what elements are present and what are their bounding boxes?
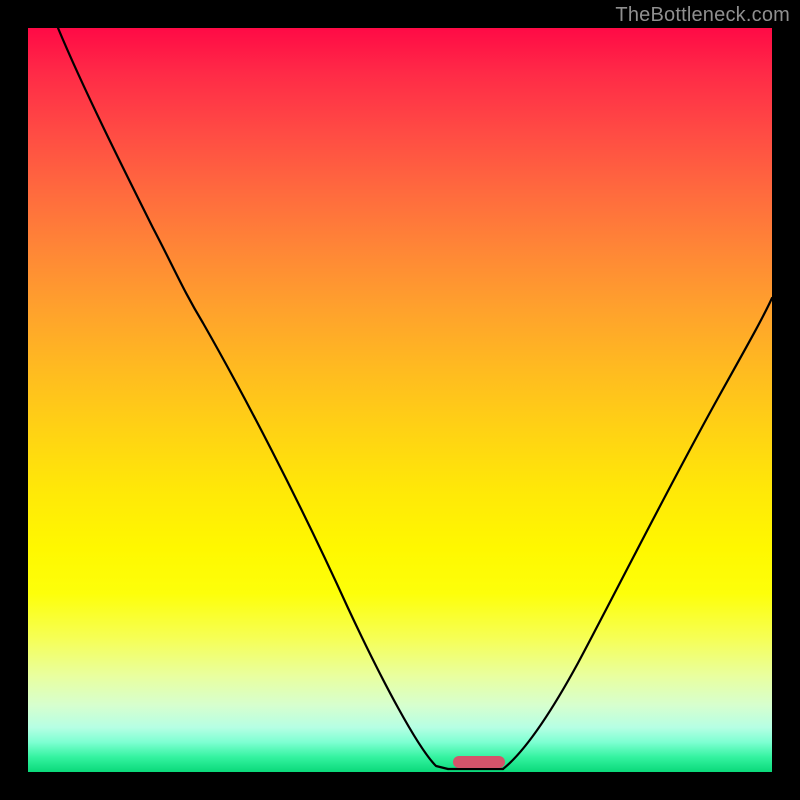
plot-area xyxy=(28,28,772,772)
watermark-label: TheBottleneck.com xyxy=(615,4,790,27)
frame: TheBottleneck.com xyxy=(0,0,800,800)
optimum-marker xyxy=(453,756,505,768)
bottleneck-curve xyxy=(28,28,772,772)
